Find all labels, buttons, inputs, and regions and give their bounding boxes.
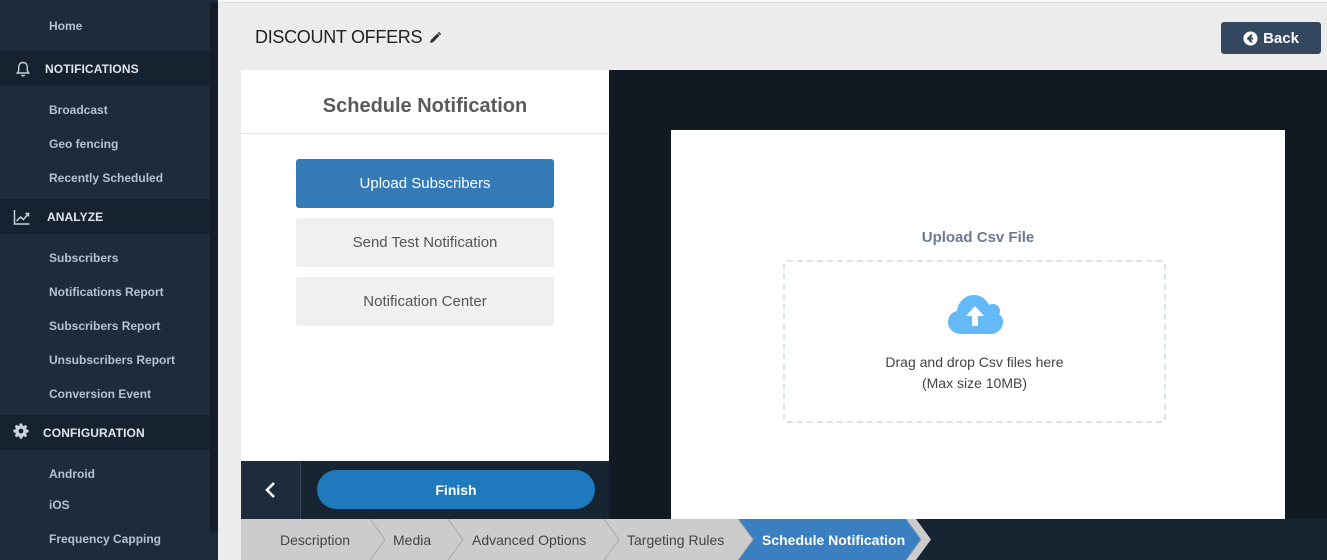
sidebar-item-ios[interactable]: iOS [49, 498, 70, 512]
sidebar-scrollbar[interactable] [210, 2, 218, 532]
sidebar-item-home[interactable]: Home [49, 19, 82, 33]
upload-subscribers-button[interactable]: Upload Subscribers [296, 159, 554, 208]
page-title-text: DISCOUNT OFFERS [255, 27, 423, 47]
dropzone-instruction: Drag and drop Csv files here [885, 354, 1064, 370]
step-label: Description [280, 531, 351, 548]
finish-button[interactable]: Finish [317, 470, 595, 509]
step-label: Media [393, 531, 432, 548]
notification-center-button[interactable]: Notification Center [296, 277, 554, 326]
dropzone-text: Drag and drop Csv files here (Max size 1… [785, 352, 1164, 394]
step-media[interactable]: Media [393, 519, 431, 560]
sidebar-section-notifications[interactable]: NOTIFICATIONS [0, 51, 210, 86]
arrow-circle-left-icon [1243, 30, 1258, 46]
panel-divider [241, 133, 609, 134]
sidebar-item-geo-fencing[interactable]: Geo fencing [49, 137, 118, 151]
sidebar-item-conversion-event[interactable]: Conversion Event [49, 387, 151, 401]
sidebar-item-notifications-report[interactable]: Notifications Report [49, 285, 164, 299]
sidebar-section-label: NOTIFICATIONS [45, 61, 139, 76]
back-button[interactable]: Back [1221, 22, 1321, 54]
step-advanced-options[interactable]: Advanced Options [472, 519, 586, 560]
sidebar-item-unsubscribers-report[interactable]: Unsubscribers Report [49, 353, 175, 367]
sidebar-item-android[interactable]: Android [49, 467, 95, 481]
pencil-icon[interactable] [428, 31, 442, 45]
sidebar-item-broadcast[interactable]: Broadcast [49, 103, 108, 117]
panel-title: Schedule Notification [322, 95, 528, 117]
step-label: Advanced Options [472, 531, 587, 548]
sidebar: Home NOTIFICATIONS Broadcast Geo fencing… [0, 0, 218, 560]
sidebar-item-subscribers[interactable]: Subscribers [49, 251, 118, 265]
wizard-steps: Description Media Advanced Options Targe… [241, 519, 1327, 560]
sidebar-item-recently-scheduled[interactable]: Recently Scheduled [49, 171, 163, 185]
bell-icon [15, 61, 31, 77]
gear-icon [13, 423, 29, 439]
sidebar-section-analyze[interactable]: ANALYZE [0, 199, 210, 234]
step-schedule-notification[interactable]: Schedule Notification [762, 519, 905, 560]
back-button-label: Back [1263, 29, 1299, 47]
sidebar-item-subscribers-report[interactable]: Subscribers Report [49, 319, 160, 333]
previous-step-button[interactable] [241, 461, 301, 519]
step-label: Targeting Rules [627, 531, 725, 548]
step-targeting-rules[interactable]: Targeting Rules [627, 519, 724, 560]
schedule-panel: Schedule Notification Upload Subscribers… [241, 70, 609, 461]
cloud-upload-icon [948, 295, 1003, 334]
upload-title: Upload Csv File [921, 229, 1035, 246]
page-title: DISCOUNT OFFERS [255, 27, 442, 48]
chevron-left-icon [264, 482, 275, 498]
panel-footer: Finish [241, 461, 609, 519]
sidebar-item-frequency-capping[interactable]: Frequency Capping [49, 532, 161, 546]
sidebar-section-label: CONFIGURATION [43, 425, 145, 440]
upload-card: Upload Csv File Drag and drop Csv files … [671, 130, 1285, 519]
send-test-notification-button[interactable]: Send Test Notification [296, 218, 554, 267]
step-description[interactable]: Description [280, 519, 350, 560]
csv-dropzone[interactable]: Drag and drop Csv files here (Max size 1… [783, 260, 1166, 423]
chart-line-icon [13, 210, 30, 225]
dropzone-size-limit: (Max size 10MB) [921, 375, 1028, 391]
top-border [218, 0, 1327, 3]
sidebar-section-configuration[interactable]: CONFIGURATION [0, 415, 210, 450]
step-label: Schedule Notification [762, 531, 906, 548]
sidebar-section-label: ANALYZE [47, 209, 104, 224]
